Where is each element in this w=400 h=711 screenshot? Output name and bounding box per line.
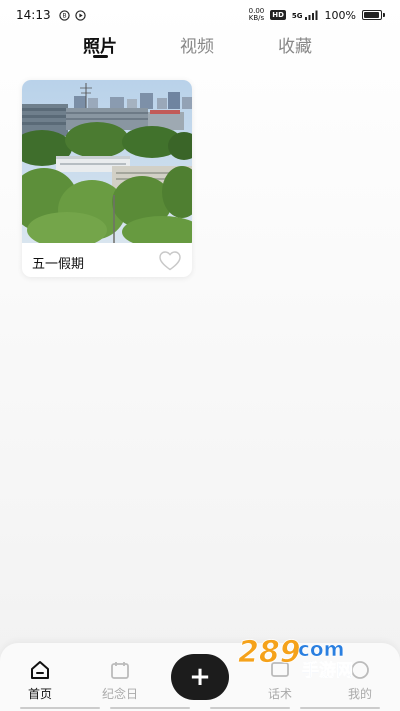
- battery-fill: [364, 12, 379, 18]
- nav-profile-label: 我的: [347, 687, 372, 701]
- nav-indicator-left: [20, 707, 100, 709]
- status-bar: 14:13 B 0.00 KB/s HD 5G 100%: [0, 0, 400, 30]
- watermark-logo: 289 com 手游网: [238, 635, 354, 678]
- battery-text: 100%: [324, 8, 356, 22]
- home-icon: [29, 659, 51, 681]
- battery-icon: [362, 10, 385, 20]
- add-button[interactable]: +: [171, 654, 229, 700]
- status-right: 0.00 KB/s HD 5G 100%: [249, 7, 385, 23]
- favorite-heart-icon[interactable]: [158, 250, 182, 272]
- album-card[interactable]: 五一假期: [22, 80, 192, 277]
- nav-scripts-label: 话术: [267, 687, 292, 701]
- net-speed-unit: KB/s: [248, 14, 265, 22]
- album-cover-image: [22, 80, 192, 243]
- nav-home[interactable]: 首页: [5, 643, 75, 711]
- net-speed: 0.00 KB/s: [249, 8, 265, 22]
- tab-photos[interactable]: 照片: [83, 32, 117, 57]
- signal-label: 5G: [291, 12, 303, 20]
- nav-home-label: 首页: [27, 687, 52, 701]
- watermark-brand: 289: [238, 635, 301, 670]
- tab-videos[interactable]: 视频: [180, 32, 214, 57]
- plus-icon: +: [189, 662, 211, 692]
- nav-indicator-mid-right: [210, 707, 290, 709]
- calendar-icon: [109, 659, 131, 681]
- nav-anniversary-label: 纪念日: [101, 687, 138, 701]
- nav-anniversary[interactable]: 纪念日: [85, 643, 155, 711]
- watermark-tagline: 手游网: [302, 660, 353, 678]
- signal-icon: 5G: [292, 10, 319, 20]
- tab-indicator: [93, 55, 108, 58]
- watermark-domain: com: [298, 637, 344, 661]
- video-notification-icon: [74, 9, 86, 21]
- top-tabs: 照片 视频 收藏: [0, 30, 400, 66]
- album-title: 五一假期: [32, 257, 85, 272]
- svg-text:B: B: [62, 12, 66, 19]
- nav-indicator-mid-left: [110, 707, 190, 709]
- nav-indicator-right: [300, 707, 380, 709]
- status-time: 14:13: [16, 8, 51, 22]
- notification-icon: B: [58, 9, 70, 21]
- tab-favorites[interactable]: 收藏: [278, 32, 312, 57]
- hd-badge: HD: [270, 10, 286, 20]
